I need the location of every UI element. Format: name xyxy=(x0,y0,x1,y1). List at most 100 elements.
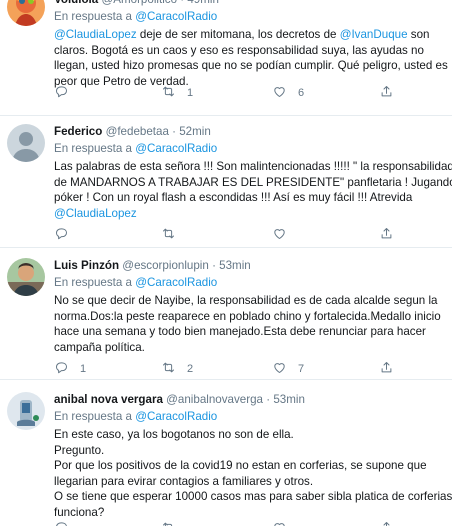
tweet-text: En este caso, ya los bogotanos no son de… xyxy=(54,427,452,521)
retweet-button[interactable]: 1 xyxy=(161,84,193,102)
retweet-icon xyxy=(161,520,176,526)
retweet-button[interactable] xyxy=(161,226,187,244)
avatar[interactable] xyxy=(7,258,45,296)
retweet-icon xyxy=(161,360,176,378)
reply-context: En respuesta a @CaracolRadio xyxy=(54,409,452,426)
mention-link[interactable]: @ClaudiaLopez xyxy=(54,207,137,220)
author-name[interactable]: Luis Pinzón xyxy=(54,259,119,272)
tweet-text-line: campaña política. xyxy=(54,340,452,356)
reply-button[interactable] xyxy=(54,84,80,102)
retweet-count: 1 xyxy=(187,87,194,99)
like-button[interactable] xyxy=(272,520,298,526)
share-button[interactable] xyxy=(379,84,394,102)
reply-button[interactable] xyxy=(54,520,80,526)
reply-icon xyxy=(54,360,69,378)
author-name[interactable]: Federico xyxy=(54,125,102,138)
reply-context: En respuesta a @CaracolRadio xyxy=(54,141,452,158)
reply-to-link[interactable]: @CaracolRadio xyxy=(135,410,217,423)
reply-to-link[interactable]: @CaracolRadio xyxy=(135,276,217,289)
reply-icon xyxy=(54,520,69,526)
share-button[interactable] xyxy=(379,520,394,526)
reply-context: En respuesta a @CaracolRadio xyxy=(54,9,452,26)
tweet-text-line: No se que decir de Nayibe, la responsabi… xyxy=(54,293,452,309)
author-handle[interactable]: @anibalnovaverga xyxy=(166,393,263,406)
author-handle[interactable]: @fedebetaa xyxy=(106,125,169,138)
tweet-text-line: @ClaudiaLopez xyxy=(54,206,452,222)
share-icon xyxy=(379,84,394,102)
text-segment: funciona? xyxy=(54,505,105,519)
tweet-item[interactable]: Voluiola @Amorpolitico · 49min En respues… xyxy=(0,0,452,116)
reply-prefix: En respuesta a xyxy=(54,410,132,423)
text-segment: O se tiene que esperar 10000 casos mas p… xyxy=(54,490,452,504)
share-button[interactable] xyxy=(379,226,394,244)
reply-to-link[interactable]: @CaracolRadio xyxy=(135,142,217,155)
tweet-text-line: de MANDARNOS A TRABAJAR ES DEL PRESIDENT… xyxy=(54,175,452,191)
like-count: 7 xyxy=(298,363,305,375)
tweet-time[interactable]: · 52min xyxy=(172,125,211,138)
reply-to-link[interactable]: @CaracolRadio xyxy=(135,10,217,23)
author-handle[interactable]: @escorpionlupin xyxy=(122,259,209,272)
text-segment: llegan, usted hizo promesas que no se po… xyxy=(54,59,448,73)
tweet-text: No se que decir de Nayibe, la responsabi… xyxy=(54,293,452,355)
tweet-body: Federico @fedebetaa · 52min En respuesta … xyxy=(54,124,452,221)
retweet-button[interactable]: 2 xyxy=(161,360,193,378)
text-segment: llegarian para evirar contagios a famili… xyxy=(54,474,314,488)
text-segment: deje de ser mitomana, los decretos de xyxy=(136,28,340,41)
tweet-text-line: póker ! Con un royal flash a escondidas … xyxy=(54,190,452,206)
share-button[interactable] xyxy=(379,360,394,378)
tweet-actions: 1 2 7 xyxy=(54,360,394,378)
tweet-header: Luis Pinzón @escorpionlupin · 53min xyxy=(54,258,452,275)
reply-button[interactable] xyxy=(54,226,80,244)
tweet-time[interactable]: · 49min xyxy=(180,0,219,6)
tweet-text-line: llegan, usted hizo promesas que no se po… xyxy=(54,58,452,74)
text-segment: No se que decir de Nayibe, la responsabi… xyxy=(54,294,438,307)
avatar[interactable] xyxy=(7,392,45,430)
tweet-text-line: norma.Dos:la peste reaparece en poblado … xyxy=(54,309,452,325)
tweet-body: Voluiola @Amorpolitico · 49min En respues… xyxy=(54,0,452,89)
tweet-text-line: O se tiene que esperar 10000 casos mas p… xyxy=(54,489,452,505)
retweet-icon xyxy=(161,226,176,244)
author-handle[interactable]: @Amorpolitico xyxy=(101,0,177,6)
text-segment: campaña política. xyxy=(54,340,145,354)
reply-prefix: En respuesta a xyxy=(54,142,132,155)
tweet-header: anibal nova vergara @anibalnovaverga · 5… xyxy=(54,392,452,409)
tweet-item[interactable]: Luis Pinzón @escorpionlupin · 53min En re… xyxy=(0,248,452,380)
reply-button[interactable]: 1 xyxy=(54,360,86,378)
like-count: 6 xyxy=(298,87,305,99)
tweet-text-line: Las palabras de esta señora !!! Son mali… xyxy=(54,159,452,175)
tweet-text-line: En este caso, ya los bogotanos no son de… xyxy=(54,427,452,443)
like-button[interactable]: 6 xyxy=(272,84,304,102)
tweet-time[interactable]: · 53min xyxy=(266,393,305,406)
avatar[interactable] xyxy=(7,0,45,26)
retweet-count: 2 xyxy=(187,363,194,375)
like-button[interactable]: 7 xyxy=(272,360,304,378)
share-icon xyxy=(379,520,394,526)
retweet-button[interactable] xyxy=(161,520,187,526)
text-segment: de MANDARNOS A TRABAJAR ES DEL PRESIDENT… xyxy=(54,175,452,189)
tweet-time[interactable]: · 53min xyxy=(212,259,251,272)
tweet-text-line: Por que los positivos de la covid19 no e… xyxy=(54,458,452,474)
tweet-item[interactable]: Federico @fedebetaa · 52min En respuesta … xyxy=(0,116,452,248)
tweet-text-line: @ClaudiaLopez deje de ser mitomana, los … xyxy=(54,27,452,43)
mention-link[interactable]: @IvanDuque xyxy=(340,28,408,41)
tweet-item[interactable]: anibal nova vergara @anibalnovaverga · 5… xyxy=(0,380,452,526)
tweet-header: Federico @fedebetaa · 52min xyxy=(54,124,452,141)
tweet-actions xyxy=(54,520,394,526)
tweet-text-line: funciona? xyxy=(54,505,452,521)
tweet-text-line: claros. Bogotá es un caos y eso es respo… xyxy=(54,43,452,59)
reply-count: 1 xyxy=(80,363,87,375)
author-name[interactable]: anibal nova vergara xyxy=(54,393,163,406)
like-icon xyxy=(272,84,287,102)
mention-link[interactable]: @ClaudiaLopez xyxy=(54,28,137,41)
tweet-text-line: Pregunto. xyxy=(54,443,452,459)
reply-context: En respuesta a @CaracolRadio xyxy=(54,275,452,292)
tweet-text: @ClaudiaLopez deje de ser mitomana, los … xyxy=(54,27,452,89)
text-segment: claros. Bogotá es un caos y eso es respo… xyxy=(54,43,424,57)
text-segment: hace una semana y todo bien manejado.Est… xyxy=(54,325,426,339)
reply-prefix: En respuesta a xyxy=(54,276,132,289)
reply-icon xyxy=(54,84,69,102)
like-button[interactable] xyxy=(272,226,298,244)
author-name[interactable]: Voluiola xyxy=(54,0,98,6)
avatar[interactable] xyxy=(7,124,45,162)
tweet-text-line: hace una semana y todo bien manejado.Est… xyxy=(54,324,452,340)
